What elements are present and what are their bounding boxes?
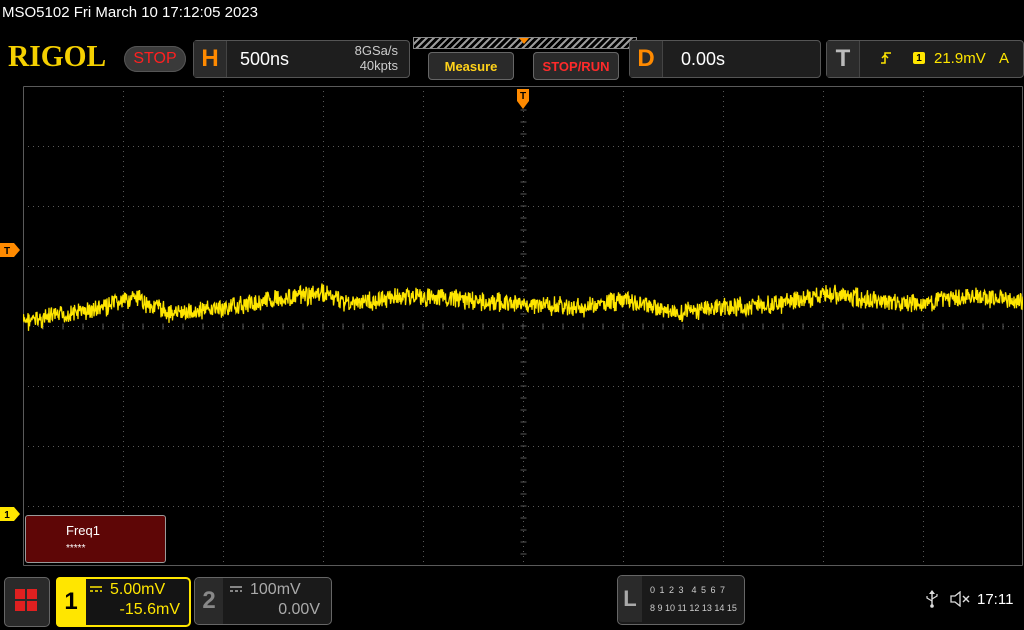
trigger-position-label: T: [520, 91, 526, 102]
menu-grid-icon: [15, 589, 37, 611]
ch1-offset-marker-label: 1: [4, 510, 10, 521]
rigol-logo: RIGOL: [8, 38, 107, 73]
memory-trigger-marker: [519, 38, 529, 44]
usb-icon: [926, 590, 938, 608]
window-title: MSO5102 Fri March 10 17:12:05 2023: [2, 4, 258, 21]
dc-coupling-icon: [230, 586, 242, 592]
measure-button[interactable]: Measure: [428, 52, 514, 80]
run-status-badge[interactable]: STOP: [124, 46, 186, 72]
trigger-level: 21.9mV: [934, 50, 986, 67]
horizontal-letter: H: [194, 41, 227, 77]
stop-run-button[interactable]: STOP/RUN: [533, 52, 619, 80]
speaker-muted-icon[interactable]: [950, 591, 972, 607]
graticule: [23, 86, 1023, 566]
trigger-level-marker[interactable]: T: [0, 243, 20, 257]
channel-1-scale: 5.00mV: [110, 581, 166, 598]
trigger-source-badge: 1: [913, 52, 925, 64]
dc-coupling-icon: [90, 586, 102, 592]
measurement-value: *****: [66, 543, 86, 554]
sample-rate: 8GSa/s: [354, 43, 398, 58]
delay-letter: D: [630, 41, 663, 77]
trigger-letter: T: [827, 41, 860, 77]
logic-letter: L: [618, 576, 642, 622]
trigger-level-marker-label: T: [4, 246, 10, 257]
logic-channels-row-1: 0 1 2 3 4 5 6 7: [650, 585, 727, 595]
system-clock: 17:11: [977, 591, 1014, 608]
channel-2-scale: 100mV: [250, 581, 301, 598]
trigger-panel[interactable]: T: [826, 40, 1024, 78]
trigger-mode: A: [999, 50, 1010, 67]
channel-2-number: 2: [195, 578, 223, 624]
timebase-value: 500ns: [240, 49, 290, 69]
measurement-label: Freq1: [66, 523, 100, 538]
rising-edge-icon: [881, 52, 891, 64]
logic-channels-row-2: 8 9 10 11 12 13 14 15: [650, 603, 737, 613]
delay-value: 0.00s: [681, 49, 726, 69]
waveform-display: [23, 86, 1023, 566]
ch1-offset-marker[interactable]: 1: [0, 507, 20, 521]
channel-2-offset: 0.00V: [278, 601, 320, 618]
trigger-position-marker[interactable]: T: [516, 88, 530, 110]
channel-1-number: 1: [56, 577, 86, 627]
channel-1-offset: -15.6mV: [119, 601, 180, 618]
memory-depth: 40kpts: [359, 58, 398, 73]
